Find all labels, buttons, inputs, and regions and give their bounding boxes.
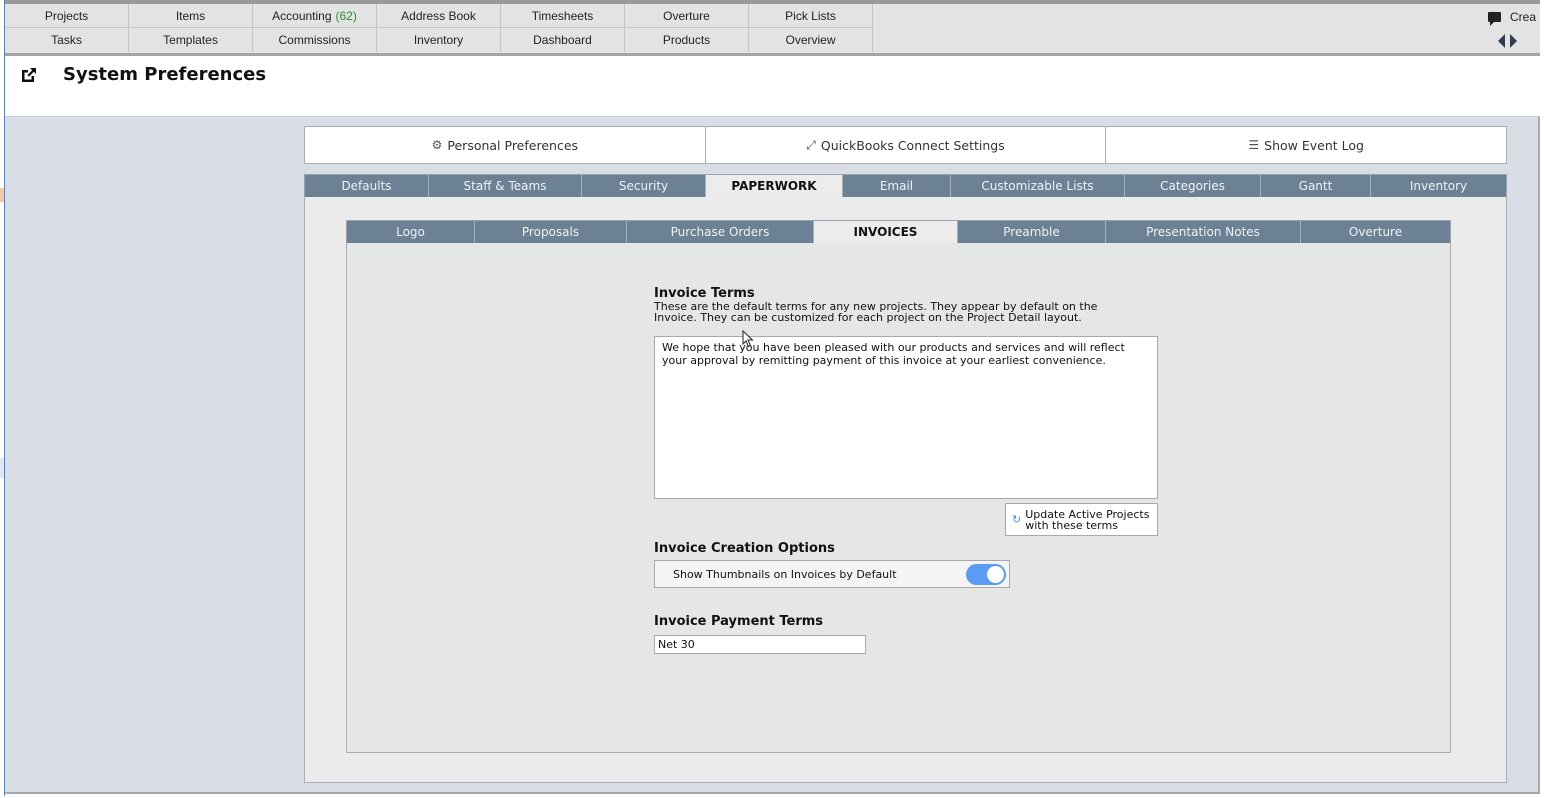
show-thumbnails-toggle[interactable]: [966, 563, 1006, 585]
subtab-overture[interactable]: Overture: [1301, 221, 1450, 243]
top-navigation: Projects Items Accounting (62) Address Book T…: [5, 0, 1540, 56]
invoice-terms-textarea[interactable]: We hope that you have been pleased with …: [654, 336, 1158, 499]
tab-categories[interactable]: Categories: [1125, 175, 1261, 197]
nav-item-label: Tasks: [51, 33, 82, 47]
nav-item-label: Templates: [163, 33, 218, 47]
nav-item-products[interactable]: Products: [625, 28, 749, 52]
quickbooks-connect-settings-button[interactable]: ⤢ QuickBooks Connect Settings: [706, 127, 1107, 163]
subtab-preamble[interactable]: Preamble: [958, 221, 1106, 243]
nav-item-label: Overture: [663, 8, 710, 23]
nav-item-accounting[interactable]: Accounting (62): [253, 4, 377, 28]
refresh-icon: ↻: [1012, 513, 1022, 526]
nav-grid: Projects Items Accounting (62) Address Book T…: [5, 4, 873, 52]
nav-item-label: Items: [175, 8, 206, 23]
nav-item-dashboard[interactable]: Dashboard: [501, 28, 625, 52]
main-tabs: Defaults Staff & Teams Security PAPERWORK Em…: [304, 174, 1507, 198]
nav-item-label: Timesheets: [531, 8, 594, 23]
mouse-cursor-icon: [742, 330, 754, 348]
preferences-actions: ⚙ Personal Preferences ⤢ QuickBooks Conn…: [304, 126, 1507, 164]
paperwork-sub-tabs: Logo Proposals Purchase Orders INVOICES Prea…: [346, 220, 1451, 244]
next-arrow-icon[interactable]: [1510, 34, 1517, 48]
payment-terms-title: Invoice Payment Terms: [654, 614, 824, 629]
update-active-projects-button[interactable]: ↻ Update Active Projects with these term…: [1005, 503, 1158, 536]
nav-right-controls: Crea: [1480, 8, 1540, 48]
personal-preferences-button[interactable]: ⚙ Personal Preferences: [305, 127, 706, 163]
invoice-creation-title: Invoice Creation Options: [654, 541, 835, 556]
nav-item-label: Projects: [44, 8, 89, 23]
tab-gantt[interactable]: Gantt: [1261, 175, 1371, 197]
nav-item-pick-lists[interactable]: Pick Lists: [749, 4, 873, 28]
nav-arrows: [1498, 34, 1517, 48]
update-button-label: Update Active Projects with these terms: [1025, 507, 1150, 532]
show-thumbnails-option: Show Thumbnails on Invoices by Default: [654, 560, 1010, 588]
nav-item-label: Pick Lists: [785, 8, 836, 23]
show-thumbnails-label: Show Thumbnails on Invoices by Default: [673, 567, 897, 581]
nav-item-overview[interactable]: Overview: [749, 28, 873, 52]
nav-item-label: Products: [662, 33, 711, 47]
show-event-log-button[interactable]: ☰ Show Event Log: [1106, 127, 1506, 163]
tab-defaults[interactable]: Defaults: [305, 175, 429, 197]
page-header: System Preferences: [5, 56, 1540, 117]
nav-item-label: Commissions: [278, 33, 351, 47]
create-label: Crea: [1510, 10, 1537, 24]
payment-terms-input[interactable]: [654, 635, 866, 654]
previous-arrow-icon[interactable]: [1498, 34, 1505, 48]
nav-item-label: Accounting: [272, 8, 332, 23]
list-icon: ☰: [1248, 138, 1260, 152]
nav-item-badge: (62): [335, 8, 357, 23]
nav-item-items[interactable]: Items: [129, 4, 253, 28]
page-title: System Preferences: [63, 64, 267, 85]
action-label: QuickBooks Connect Settings: [820, 137, 1005, 153]
toggle-knob: [987, 565, 1004, 583]
tab-customizable-lists[interactable]: Customizable Lists: [951, 175, 1125, 197]
subtab-invoices[interactable]: INVOICES: [814, 221, 958, 243]
tab-inventory[interactable]: Inventory: [1371, 175, 1506, 197]
gear-icon: ⚙: [431, 138, 443, 152]
action-label: Personal Preferences: [447, 137, 579, 153]
nav-item-tasks[interactable]: Tasks: [5, 28, 129, 52]
invoice-settings: Invoice Terms These are the default term…: [654, 286, 1164, 654]
nav-item-projects[interactable]: Projects: [5, 4, 129, 28]
action-label: Show Event Log: [1264, 137, 1364, 153]
external-link-icon[interactable]: [20, 66, 38, 84]
chat-icon: [1488, 12, 1501, 26]
subtab-presentation-notes[interactable]: Presentation Notes: [1106, 221, 1301, 243]
nav-item-overture[interactable]: Overture: [625, 4, 749, 28]
tab-paperwork[interactable]: PAPERWORK: [706, 175, 843, 197]
nav-item-templates[interactable]: Templates: [129, 28, 253, 52]
invoice-terms-title: Invoice Terms: [654, 286, 755, 301]
nav-item-timesheets[interactable]: Timesheets: [501, 4, 625, 28]
subtab-logo[interactable]: Logo: [347, 221, 475, 243]
nav-item-commissions[interactable]: Commissions: [253, 28, 377, 52]
invoice-terms-description: These are the default terms for any new …: [654, 300, 1098, 324]
nav-item-label: Inventory: [413, 33, 464, 47]
nav-item-address-book[interactable]: Address Book: [377, 4, 501, 28]
nav-item-inventory[interactable]: Inventory: [377, 28, 501, 52]
tab-staff-teams[interactable]: Staff & Teams: [429, 175, 582, 197]
subtab-purchase-orders[interactable]: Purchase Orders: [627, 221, 814, 243]
nav-item-label: Dashboard: [533, 33, 592, 47]
subtab-proposals[interactable]: Proposals: [475, 221, 627, 243]
tab-security[interactable]: Security: [582, 175, 706, 197]
nav-item-label: Address Book: [401, 8, 476, 23]
nav-item-label: Overview: [785, 33, 836, 47]
create-button[interactable]: Crea: [1488, 10, 1537, 26]
tab-email[interactable]: Email: [843, 175, 951, 197]
expand-arrows-icon: ⤢: [806, 137, 816, 152]
